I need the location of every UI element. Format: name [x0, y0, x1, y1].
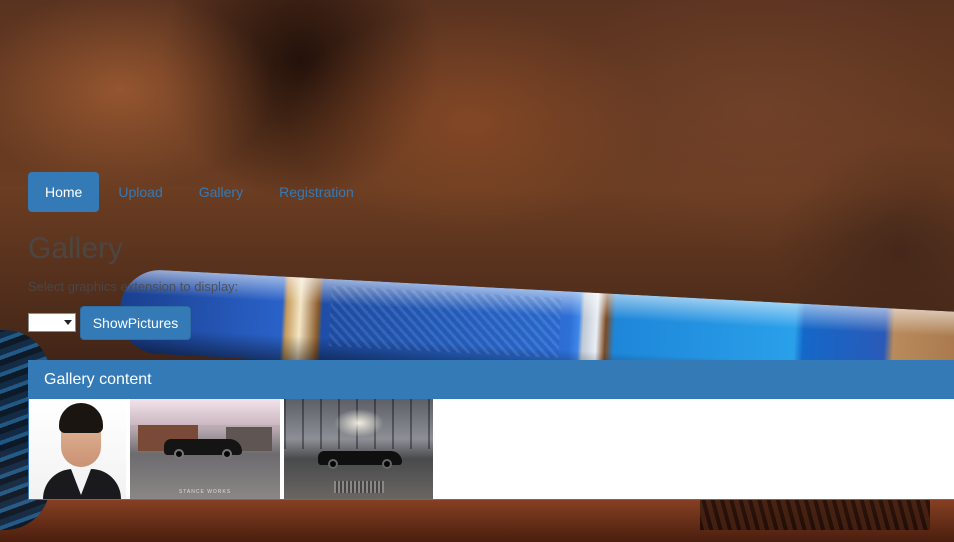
gallery-panel: Gallery content STANCE WORKS: [28, 360, 954, 500]
gallery-thumbnail-car-hall[interactable]: [284, 399, 433, 499]
gallery-panel-body: STANCE WORKS: [29, 399, 954, 499]
thumb-wheel-shape: [222, 449, 232, 459]
gallery-thumbnail-car-garage[interactable]: STANCE WORKS: [130, 399, 280, 499]
nav-item-registration[interactable]: Registration: [262, 172, 371, 212]
page-title: Gallery: [28, 232, 124, 265]
chevron-down-icon: [64, 320, 72, 325]
thumb-sky-shape: [130, 399, 280, 425]
gallery-thumbnail-portrait[interactable]: [29, 399, 126, 499]
extension-select[interactable]: [28, 313, 76, 332]
thumb-wheel-shape: [382, 459, 392, 469]
extension-hint-label: Select graphics extension to display:: [28, 279, 239, 294]
thumb-hair-shape: [59, 403, 103, 433]
thumb-grate-shape: [334, 481, 384, 493]
thumb-wheel-shape: [174, 449, 184, 459]
show-pictures-button[interactable]: ShowPictures: [80, 306, 191, 340]
background-pen-texture: [328, 286, 562, 358]
nav-item-gallery[interactable]: Gallery: [182, 172, 260, 212]
nav-item-home[interactable]: Home: [28, 172, 100, 212]
gallery-panel-heading: Gallery content: [29, 361, 954, 399]
thumb-watermark-caption: STANCE WORKS: [178, 489, 232, 495]
nav-item-upload[interactable]: Upload: [101, 172, 179, 212]
main-navigation: Home Upload Gallery Registration: [28, 172, 371, 212]
thumb-wheel-shape: [328, 459, 338, 469]
thumb-light-shape: [334, 409, 384, 437]
